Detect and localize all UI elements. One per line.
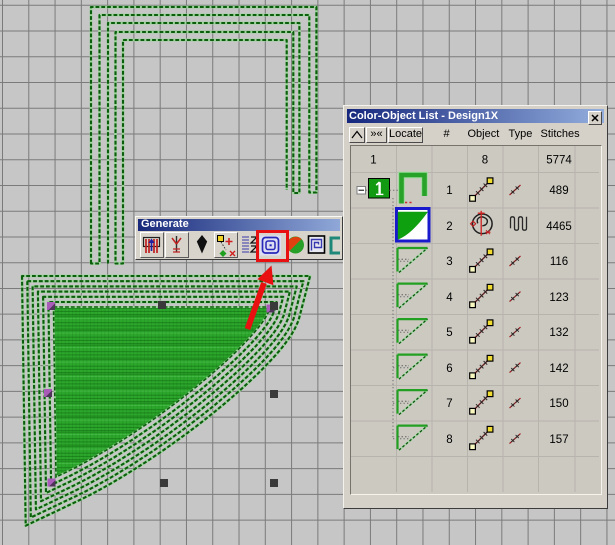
- svg-text:3: 3: [446, 256, 452, 268]
- svg-text:4: 4: [446, 291, 453, 303]
- svg-text:1: 1: [446, 185, 452, 197]
- svg-text:142: 142: [549, 362, 568, 374]
- svg-text:123: 123: [549, 291, 568, 303]
- svg-text:2: 2: [446, 220, 452, 232]
- svg-text:7: 7: [446, 398, 452, 410]
- svg-text:8: 8: [446, 433, 452, 445]
- svg-text:8: 8: [481, 154, 487, 166]
- svg-text:1: 1: [370, 154, 376, 166]
- svg-text:157: 157: [549, 433, 568, 445]
- svg-text:150: 150: [549, 398, 568, 410]
- svg-text:5774: 5774: [546, 154, 572, 166]
- svg-text:132: 132: [549, 327, 568, 339]
- svg-text:6: 6: [446, 362, 452, 374]
- svg-text:4465: 4465: [546, 220, 572, 232]
- svg-text:489: 489: [549, 185, 568, 197]
- svg-text:5: 5: [446, 327, 452, 339]
- svg-text:116: 116: [549, 256, 567, 268]
